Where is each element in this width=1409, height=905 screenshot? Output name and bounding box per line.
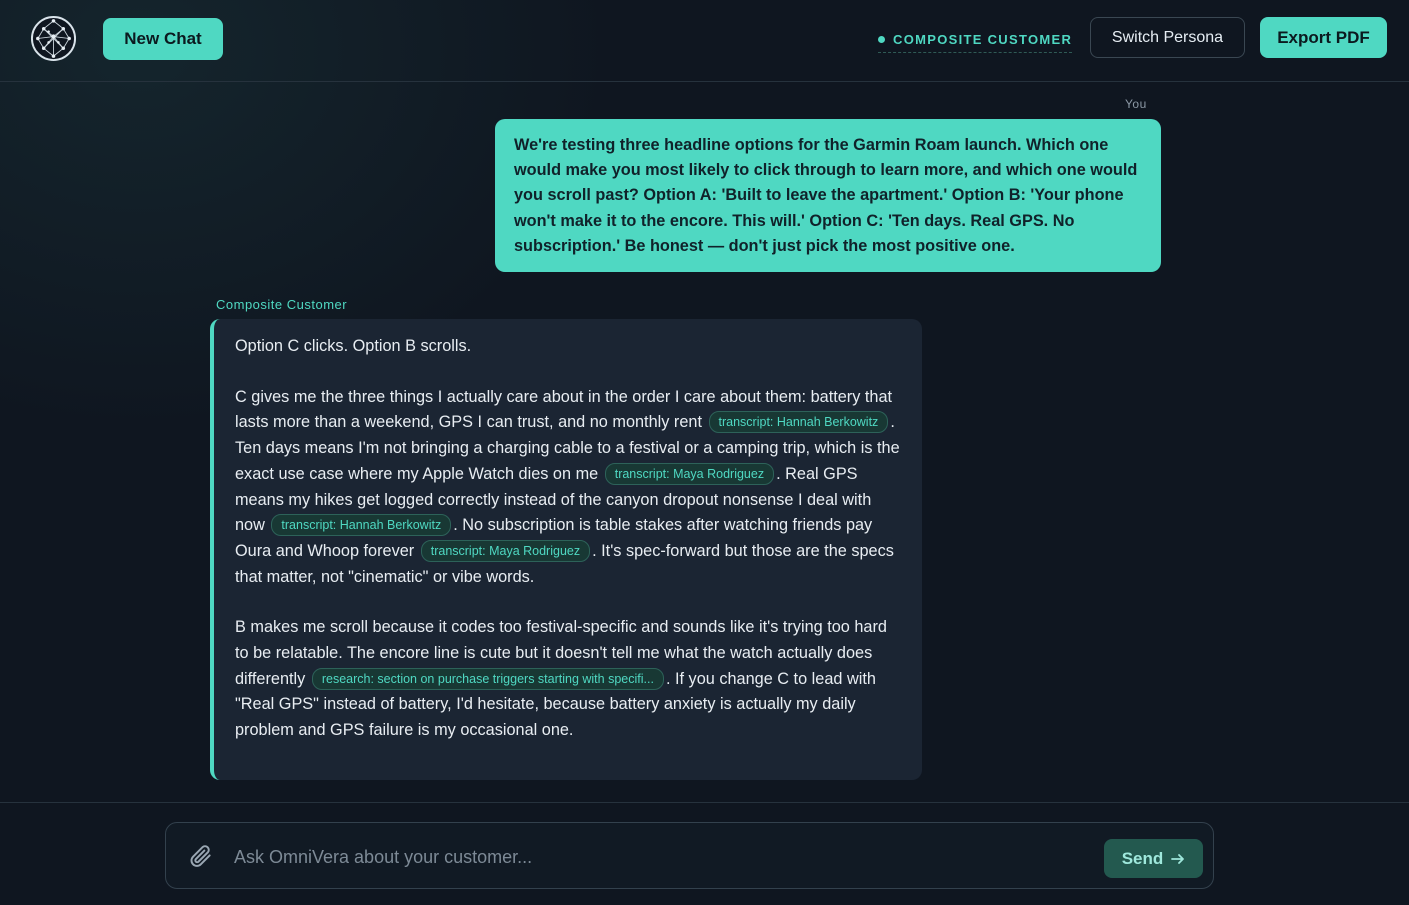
persona-label: COMPOSITE CUSTOMER (893, 31, 1073, 47)
status-dot-icon (878, 35, 885, 43)
assistant-message: Option C clicks. Option B scrolls. C giv… (210, 319, 922, 780)
arrow-right-icon (1171, 853, 1185, 864)
citation-chip[interactable]: transcript: Maya Rodriguez (420, 539, 591, 562)
message-input[interactable] (232, 839, 1096, 875)
citation-chip[interactable]: transcript: Hannah Berkowitz (271, 514, 452, 537)
paperclip-icon[interactable] (188, 843, 214, 869)
assistant-paragraph-3: B makes me scroll because it codes too f… (235, 615, 904, 744)
composer-divider (0, 802, 1409, 803)
omnivera-logo-icon[interactable] (30, 15, 77, 62)
send-button[interactable]: Send (1104, 839, 1203, 878)
new-chat-button[interactable]: New Chat (103, 18, 223, 60)
assistant-paragraph-1: Option C clicks. Option B scrolls. (235, 334, 904, 360)
export-pdf-button[interactable]: Export PDF (1260, 17, 1387, 58)
user-sender-label: You (1125, 97, 1147, 111)
top-bar: New Chat COMPOSITE CUSTOMER Switch Perso… (0, 0, 1409, 82)
message-composer: Send (165, 822, 1214, 889)
citation-chip[interactable]: research: section on purchase triggers s… (311, 667, 664, 690)
citation-chip[interactable]: transcript: Hannah Berkowitz (708, 411, 889, 434)
active-persona-indicator[interactable]: COMPOSITE CUSTOMER (878, 28, 1073, 53)
citation-chip[interactable]: transcript: Maya Rodriguez (604, 462, 775, 485)
assistant-paragraph-2: C gives me the three things I actually c… (235, 385, 904, 591)
switch-persona-button[interactable]: Switch Persona (1090, 17, 1245, 58)
send-label: Send (1121, 848, 1164, 868)
user-message: We're testing three headline options for… (495, 119, 1161, 272)
assistant-sender-label: Composite Customer (216, 297, 348, 312)
text-segment: Option C clicks. Option B scrolls. (235, 337, 472, 355)
